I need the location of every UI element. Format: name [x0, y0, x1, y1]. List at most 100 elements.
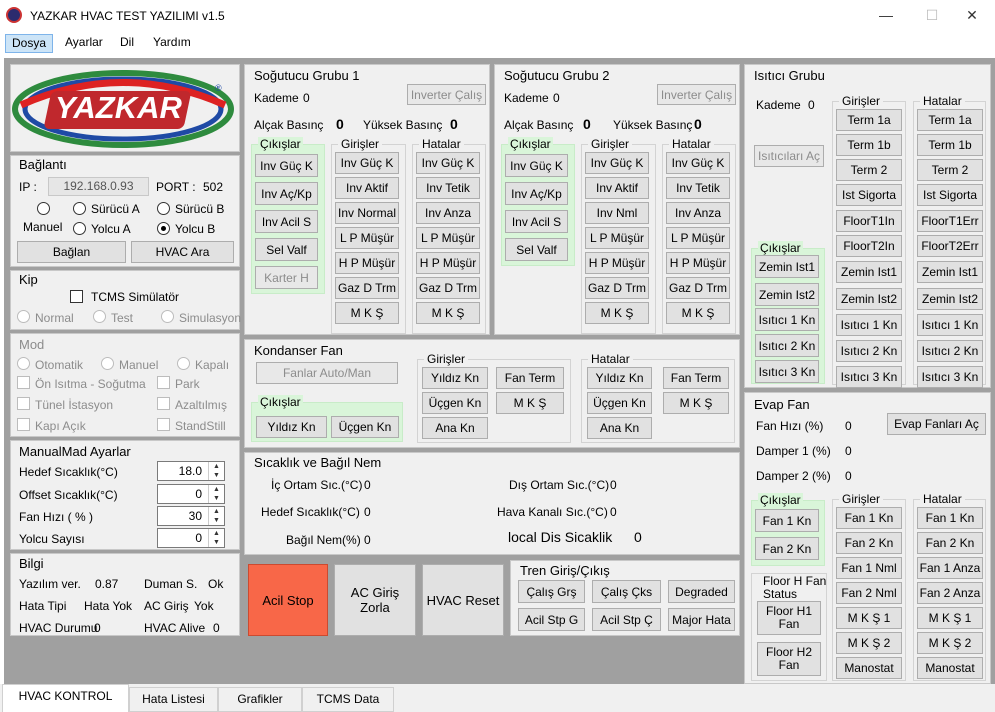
sg1-in-4[interactable]: H P Müşür	[335, 252, 399, 274]
isiticilari-ac-button[interactable]: Isıtıcıları Aç	[754, 145, 824, 167]
sg2-err-2[interactable]: Inv Anza	[666, 202, 730, 224]
evap-in-2[interactable]: Fan 1 Nml	[836, 557, 902, 579]
spin-icon[interactable]: ▲ ▼	[208, 529, 224, 547]
fanlar-auto-button[interactable]: Fanlar Auto/Man	[256, 362, 398, 384]
sg2-err-0[interactable]: Inv Güç K	[666, 152, 730, 174]
evap-in-0[interactable]: Fan 1 Kn	[836, 507, 902, 529]
sg1-in-5[interactable]: Gaz D Trm	[335, 277, 399, 299]
isitici-out-4[interactable]: Isıtıcı 3 Kn	[755, 360, 819, 383]
sg1-in-0[interactable]: Inv Güç K	[335, 152, 399, 174]
isitici-err-6[interactable]: Zemin Ist1	[917, 261, 983, 283]
hedef-stepper[interactable]: 18.0 ▲ ▼	[157, 461, 225, 481]
evap-err-1[interactable]: Fan 2 Kn	[917, 532, 983, 554]
spin-icon[interactable]: ▲ ▼	[208, 485, 224, 503]
isitici-in-6[interactable]: Zemin Ist1	[836, 261, 902, 283]
isitici-out-0[interactable]: Zemin Ist1	[755, 255, 819, 278]
floor-h2-fan-button[interactable]: Floor H2 Fan	[757, 642, 821, 676]
test-radio[interactable]	[93, 310, 106, 323]
normal-radio[interactable]	[17, 310, 30, 323]
yolcu-stepper[interactable]: 0 ▲ ▼	[157, 528, 225, 548]
evap-out-1[interactable]: Fan 2 Kn	[755, 537, 819, 560]
kapali-radio[interactable]	[177, 357, 190, 370]
sg1-out-karter[interactable]: Karter H	[255, 266, 318, 289]
sg1-err-1[interactable]: Inv Tetik	[416, 177, 480, 199]
isitici-err-1[interactable]: Term 1b	[917, 134, 983, 156]
sg2-in-2[interactable]: Inv Nml	[585, 202, 649, 224]
evap-in-3[interactable]: Fan 2 Nml	[836, 582, 902, 604]
sg1-err-0[interactable]: Inv Güç K	[416, 152, 480, 174]
evap-in-6[interactable]: Manostat	[836, 657, 902, 679]
tren-btn-4[interactable]: Acil Stp Ç	[592, 608, 661, 631]
isitici-in-1[interactable]: Term 1b	[836, 134, 902, 156]
sg1-in-3[interactable]: L P Müşür	[335, 227, 399, 249]
simulasyon-radio[interactable]	[161, 310, 174, 323]
tren-btn-1[interactable]: Çalış Çks	[592, 580, 661, 603]
hvac-ara-button[interactable]: HVAC Ara	[131, 241, 234, 263]
isitici-in-2[interactable]: Term 2	[836, 159, 902, 181]
isitici-in-9[interactable]: Isıtıcı 2 Kn	[836, 340, 902, 362]
evap-err-2[interactable]: Fan 1 Anza	[917, 557, 983, 579]
sg2-err-5[interactable]: Gaz D Trm	[666, 277, 730, 299]
sg1-in-2[interactable]: Inv Normal	[335, 202, 399, 224]
isitici-err-9[interactable]: Isıtıcı 2 Kn	[917, 340, 983, 362]
sg1-err-2[interactable]: Inv Anza	[416, 202, 480, 224]
surucu-a-radio[interactable]	[73, 202, 86, 215]
sg1-err-3[interactable]: L P Müşür	[416, 227, 480, 249]
kondanser-err-2[interactable]: Üçgen Kn	[587, 392, 652, 414]
mod-manuel-radio[interactable]	[101, 357, 114, 370]
fan-stepper[interactable]: 30 ▲ ▼	[157, 506, 225, 526]
isitici-in-5[interactable]: FloorT2In	[836, 235, 902, 257]
tab-tcms-data[interactable]: TCMS Data	[302, 687, 394, 712]
menu-dosya[interactable]: Dosya	[5, 34, 54, 53]
sg2-out-2[interactable]: Inv Acil S	[505, 210, 568, 233]
tcms-checkbox[interactable]	[70, 290, 83, 303]
isitici-out-3[interactable]: Isıtıcı 2 Kn	[755, 334, 819, 357]
tren-btn-0[interactable]: Çalış Grş	[518, 580, 585, 603]
sg2-err-6[interactable]: M K Ş	[666, 302, 730, 324]
sg2-in-1[interactable]: Inv Aktif	[585, 177, 649, 199]
isitici-err-0[interactable]: Term 1a	[917, 109, 983, 131]
sg2-err-1[interactable]: Inv Tetik	[666, 177, 730, 199]
sg1-out-inv-acil[interactable]: Inv Acil S	[255, 210, 318, 233]
evap-err-4[interactable]: M K Ş 1	[917, 607, 983, 629]
standstill-checkbox[interactable]	[157, 418, 170, 431]
sg1-inverter-button[interactable]: Inverter Çalış	[407, 84, 486, 105]
tren-btn-2[interactable]: Degraded	[668, 580, 735, 603]
minimize-button[interactable]: —	[863, 0, 909, 30]
surucu-b-radio[interactable]	[157, 202, 170, 215]
evap-err-6[interactable]: Manostat	[917, 657, 983, 679]
on-isitma-checkbox[interactable]	[17, 376, 30, 389]
sg2-in-3[interactable]: L P Müşür	[585, 227, 649, 249]
kondanser-in-0[interactable]: Yıldız Kn	[422, 367, 488, 389]
sg1-in-1[interactable]: Inv Aktif	[335, 177, 399, 199]
kondanser-in-2[interactable]: Üçgen Kn	[422, 392, 488, 414]
evap-out-0[interactable]: Fan 1 Kn	[755, 509, 819, 532]
isitici-out-1[interactable]: Zemin Ist2	[755, 283, 819, 306]
isitici-out-2[interactable]: Isıtıcı 1 Kn	[755, 308, 819, 331]
tren-btn-3[interactable]: Acil Stp G	[518, 608, 585, 631]
menu-dil[interactable]: Dil	[114, 34, 140, 53]
otomatik-radio[interactable]	[17, 357, 30, 370]
sg1-err-6[interactable]: M K Ş	[416, 302, 480, 324]
sg2-inverter-button[interactable]: Inverter Çalış	[657, 84, 736, 105]
spin-icon[interactable]: ▲ ▼	[208, 507, 224, 525]
isitici-in-3[interactable]: Ist Sigorta	[836, 184, 902, 206]
isitici-err-3[interactable]: Ist Sigorta	[917, 184, 983, 206]
isitici-in-10[interactable]: Isıtıcı 3 Kn	[836, 366, 902, 388]
sg1-out-inv-guc[interactable]: Inv Güç K	[255, 154, 318, 177]
evap-fanlari-ac-button[interactable]: Evap Fanları Aç	[887, 413, 986, 435]
sg2-out-3[interactable]: Sel Valf	[505, 238, 568, 261]
kondanser-in-3[interactable]: M K Ş	[496, 392, 564, 414]
tunel-checkbox[interactable]	[17, 397, 30, 410]
sg2-err-3[interactable]: L P Müşür	[666, 227, 730, 249]
tab-hata-listesi[interactable]: Hata Listesi	[129, 687, 218, 712]
kondanser-err-3[interactable]: M K Ş	[663, 392, 729, 414]
kondanser-err-4[interactable]: Ana Kn	[587, 417, 652, 439]
offset-stepper[interactable]: 0 ▲ ▼	[157, 484, 225, 504]
sg2-err-4[interactable]: H P Müşür	[666, 252, 730, 274]
isitici-in-4[interactable]: FloorT1In	[836, 210, 902, 232]
tab-grafikler[interactable]: Grafikler	[218, 687, 302, 712]
spin-icon[interactable]: ▲ ▼	[208, 462, 224, 480]
azaltilmis-checkbox[interactable]	[157, 397, 170, 410]
sg1-err-4[interactable]: H P Müşür	[416, 252, 480, 274]
